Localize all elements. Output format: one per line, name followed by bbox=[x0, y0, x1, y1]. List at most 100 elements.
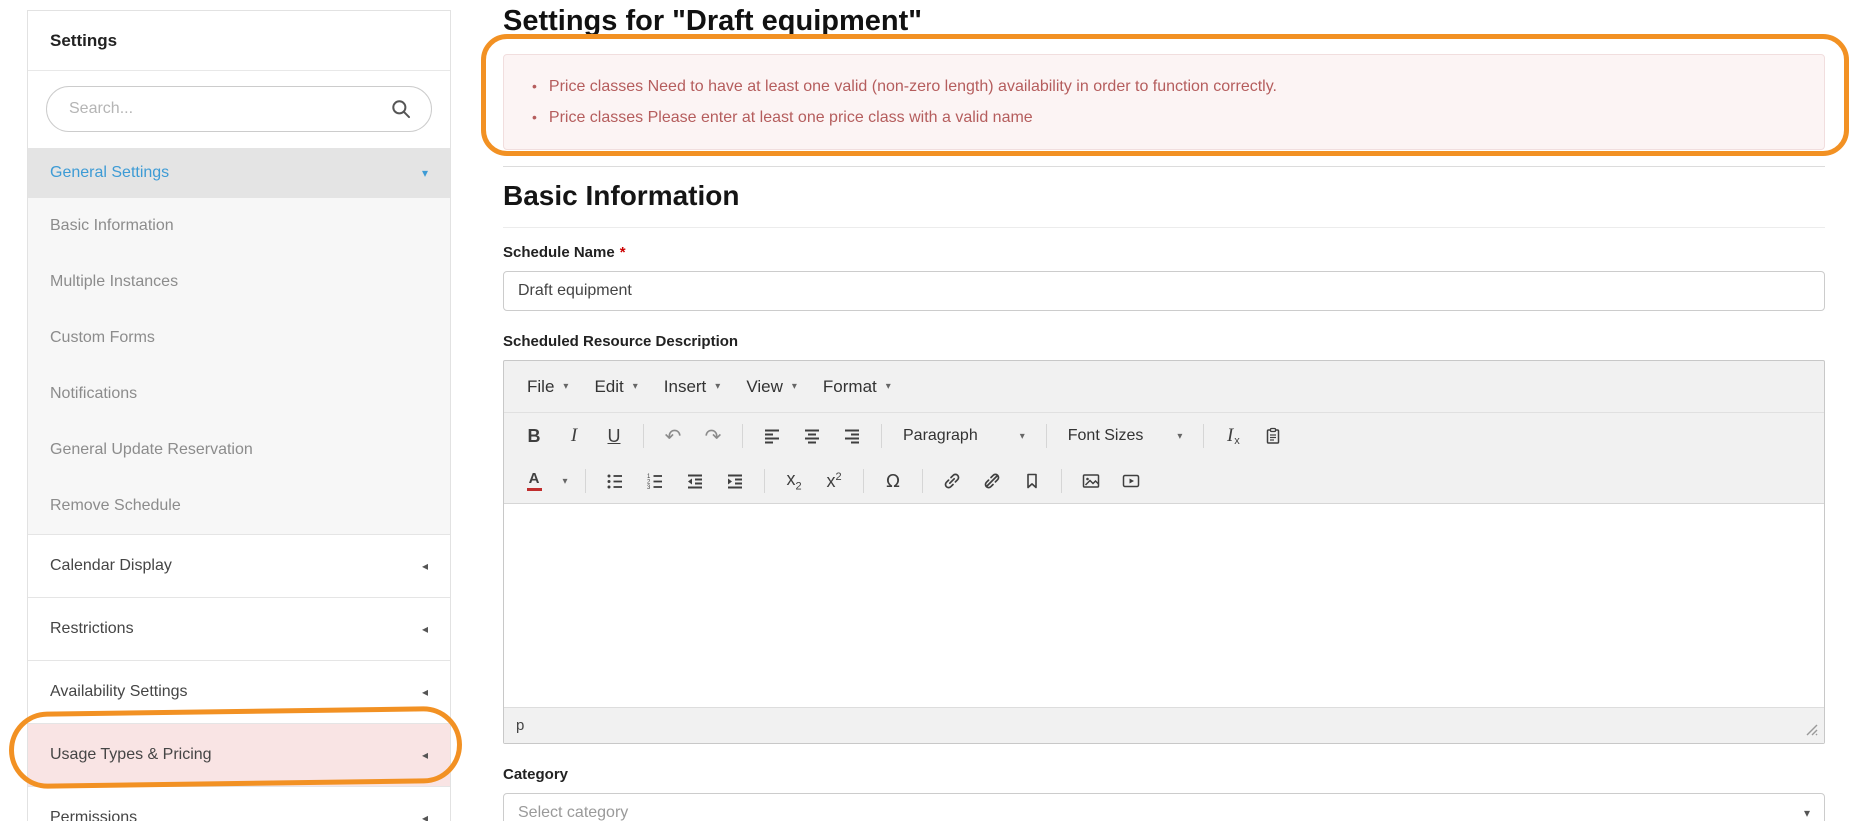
sidebar-item-basic-information[interactable]: Basic Information bbox=[28, 198, 450, 254]
superscript-button[interactable]: x2 bbox=[815, 465, 853, 497]
special-character-button[interactable]: Ω bbox=[874, 465, 912, 497]
bullet-icon: • bbox=[532, 102, 537, 133]
sidebar-item-label: Availability Settings bbox=[50, 681, 188, 703]
align-right-button[interactable] bbox=[833, 420, 871, 452]
clear-formatting-icon: I bbox=[1227, 425, 1233, 447]
sidebar-item-label: Remove Schedule bbox=[50, 495, 181, 517]
toolbar-separator bbox=[764, 469, 765, 493]
menu-insert[interactable]: Insert ▾ bbox=[651, 369, 734, 405]
sidebar-item-label: Calendar Display bbox=[50, 555, 172, 577]
clipboard-icon bbox=[1264, 427, 1282, 445]
undo-icon: ↶ bbox=[665, 424, 682, 448]
underline-button[interactable]: U bbox=[595, 420, 633, 452]
bullet-list-icon bbox=[606, 472, 624, 490]
align-center-icon bbox=[803, 427, 821, 445]
numbered-list-icon: 1 2 3 bbox=[646, 472, 664, 490]
category-select-placeholder: Select category bbox=[518, 804, 628, 821]
insert-image-button[interactable] bbox=[1072, 465, 1110, 497]
caret-down-icon: ▾ bbox=[792, 381, 797, 392]
sidebar-item-general-settings[interactable]: General Settings ▾ bbox=[28, 148, 450, 198]
bullet-list-button[interactable] bbox=[596, 465, 634, 497]
sidebar-item-multiple-instances[interactable]: Multiple Instances bbox=[28, 254, 450, 310]
decrease-indent-button[interactable] bbox=[676, 465, 714, 497]
caret-down-icon: ▾ bbox=[886, 381, 891, 392]
font-sizes-dropdown[interactable]: Font Sizes ▾ bbox=[1056, 421, 1195, 451]
bold-icon: B bbox=[528, 426, 541, 447]
caret-down-icon: ▾ bbox=[715, 381, 720, 392]
caret-left-icon: ◂ bbox=[422, 618, 428, 640]
paragraph-style-dropdown[interactable]: Paragraph ▾ bbox=[891, 421, 1037, 451]
toolbar-separator bbox=[1046, 424, 1047, 448]
sidebar-item-calendar-display[interactable]: Calendar Display ◂ bbox=[28, 534, 450, 597]
rich-text-editor: File ▾ Edit ▾ Insert ▾ View ▾ Format ▾ bbox=[503, 360, 1825, 744]
section-title: Basic Information bbox=[503, 179, 1825, 228]
schedule-name-input[interactable] bbox=[503, 271, 1825, 311]
sidebar-item-availability-settings[interactable]: Availability Settings ◂ bbox=[28, 660, 450, 723]
category-label: Category bbox=[503, 766, 1825, 783]
caret-down-icon: ▾ bbox=[563, 381, 568, 392]
sidebar-item-label: Usage Types & Pricing bbox=[50, 744, 212, 766]
toolbar-separator bbox=[863, 469, 864, 493]
sidebar-item-usage-types-pricing[interactable]: Usage Types & Pricing ◂ bbox=[28, 723, 450, 786]
anchor-button[interactable] bbox=[1013, 465, 1051, 497]
paste-button[interactable] bbox=[1254, 420, 1292, 452]
toolbar-separator bbox=[742, 424, 743, 448]
sidebar-item-notifications[interactable]: Notifications bbox=[28, 366, 450, 422]
sidebar-item-restrictions[interactable]: Restrictions ◂ bbox=[28, 597, 450, 660]
bold-button[interactable]: B bbox=[515, 420, 553, 452]
sidebar-item-remove-schedule[interactable]: Remove Schedule bbox=[28, 478, 450, 534]
page-title: Settings for "Draft equipment" bbox=[503, 0, 1825, 38]
insert-link-button[interactable] bbox=[933, 465, 971, 497]
search-icon[interactable] bbox=[390, 98, 412, 120]
alert-message: • Price classes Need to have at least on… bbox=[532, 71, 1796, 102]
italic-button[interactable]: I bbox=[555, 420, 593, 452]
caret-down-icon: ▾ bbox=[562, 476, 567, 487]
alert-text: Price classes Please enter at least one … bbox=[549, 102, 1033, 133]
underline-icon: U bbox=[608, 426, 621, 447]
basic-information-panel: Basic Information Schedule Name* Schedul… bbox=[503, 166, 1825, 821]
sidebar-title: Settings bbox=[28, 11, 450, 71]
settings-sidebar: Settings General Settings ▾ Basic Inform… bbox=[27, 10, 451, 821]
media-icon bbox=[1122, 472, 1140, 490]
undo-button[interactable]: ↶ bbox=[654, 420, 692, 452]
subscript-icon: x2 bbox=[786, 469, 801, 493]
menu-edit[interactable]: Edit ▾ bbox=[581, 369, 650, 405]
clear-formatting-button[interactable]: I x bbox=[1214, 420, 1252, 452]
redo-button[interactable]: ↷ bbox=[694, 420, 732, 452]
align-left-button[interactable] bbox=[753, 420, 791, 452]
sidebar-item-custom-forms[interactable]: Custom Forms bbox=[28, 310, 450, 366]
caret-left-icon: ◂ bbox=[422, 555, 428, 577]
insert-media-button[interactable] bbox=[1112, 465, 1150, 497]
element-path[interactable]: p bbox=[516, 717, 524, 734]
sidebar-item-permissions[interactable]: Permissions ◂ bbox=[28, 786, 450, 821]
omega-icon: Ω bbox=[886, 471, 900, 492]
toolbar-separator bbox=[922, 469, 923, 493]
sidebar-nav: General Settings ▾ Basic Information Mul… bbox=[28, 148, 450, 821]
increase-indent-button[interactable] bbox=[716, 465, 754, 497]
menu-view[interactable]: View ▾ bbox=[733, 369, 810, 405]
sidebar-item-label: Basic Information bbox=[50, 215, 174, 237]
unlink-button[interactable] bbox=[973, 465, 1011, 497]
numbered-list-button[interactable]: 1 2 3 bbox=[636, 465, 674, 497]
menu-format[interactable]: Format ▾ bbox=[810, 369, 904, 405]
search-input[interactable] bbox=[46, 86, 432, 132]
caret-left-icon: ◂ bbox=[422, 807, 428, 821]
toolbar-separator bbox=[1203, 424, 1204, 448]
decrease-indent-icon bbox=[686, 472, 704, 490]
font-color-picker-dropdown[interactable]: ▾ bbox=[555, 465, 575, 497]
subscript-button[interactable]: x2 bbox=[775, 465, 813, 497]
font-color-button[interactable]: A bbox=[515, 465, 553, 497]
sidebar-item-label: Permissions bbox=[50, 807, 137, 821]
align-center-button[interactable] bbox=[793, 420, 831, 452]
caret-down-icon: ▾ bbox=[1177, 431, 1182, 442]
resize-grip-icon[interactable] bbox=[1805, 723, 1818, 741]
bullet-icon: • bbox=[532, 71, 537, 102]
category-select[interactable]: Select category ▾ bbox=[503, 793, 1825, 821]
editor-menubar: File ▾ Edit ▾ Insert ▾ View ▾ Format ▾ bbox=[504, 361, 1824, 413]
editor-content[interactable] bbox=[504, 503, 1824, 707]
sidebar-item-general-update-reservation[interactable]: General Update Reservation bbox=[28, 422, 450, 478]
validation-alert: • Price classes Need to have at least on… bbox=[503, 54, 1825, 150]
caret-down-icon: ▾ bbox=[633, 381, 638, 392]
menu-file[interactable]: File ▾ bbox=[514, 369, 581, 405]
caret-down-icon: ▾ bbox=[422, 162, 428, 184]
